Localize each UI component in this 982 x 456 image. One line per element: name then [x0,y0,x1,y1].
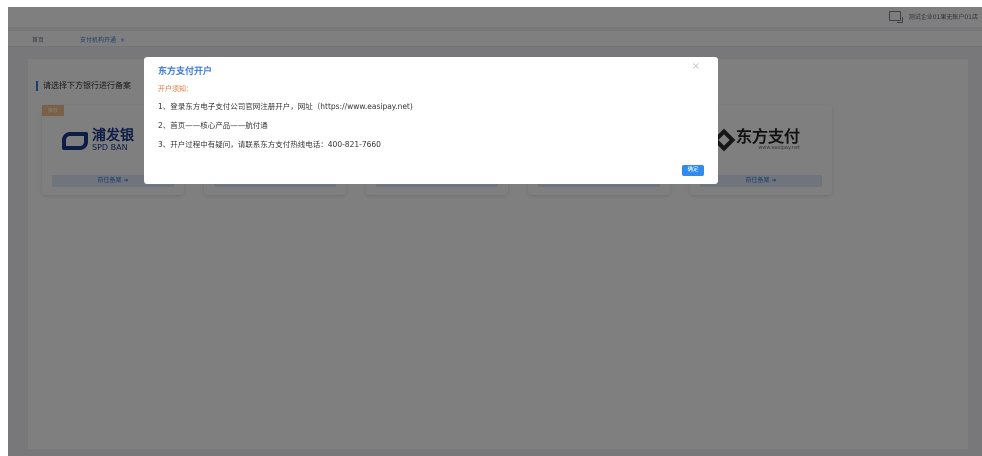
dialog-notice: 开户须知： [158,85,193,93]
close-icon[interactable]: × [692,61,700,72]
dialog-title: 东方支付开户 [158,67,213,77]
instruction-line: 1、登录东方电子支付公司官网注册开户，网址（https://www.easipa… [158,102,413,111]
confirm-button[interactable]: 确定 [682,165,704,176]
instruction-line: 3、开户过程中有疑问，请联系东方支付热线电话：400-821-7660 [158,140,381,149]
account-open-dialog: 东方支付开户 × 开户须知： 1、登录东方电子支付公司官网注册开户，网址（htt… [144,57,718,184]
instruction-line: 2、首页——核心产品——航付通 [158,121,268,130]
